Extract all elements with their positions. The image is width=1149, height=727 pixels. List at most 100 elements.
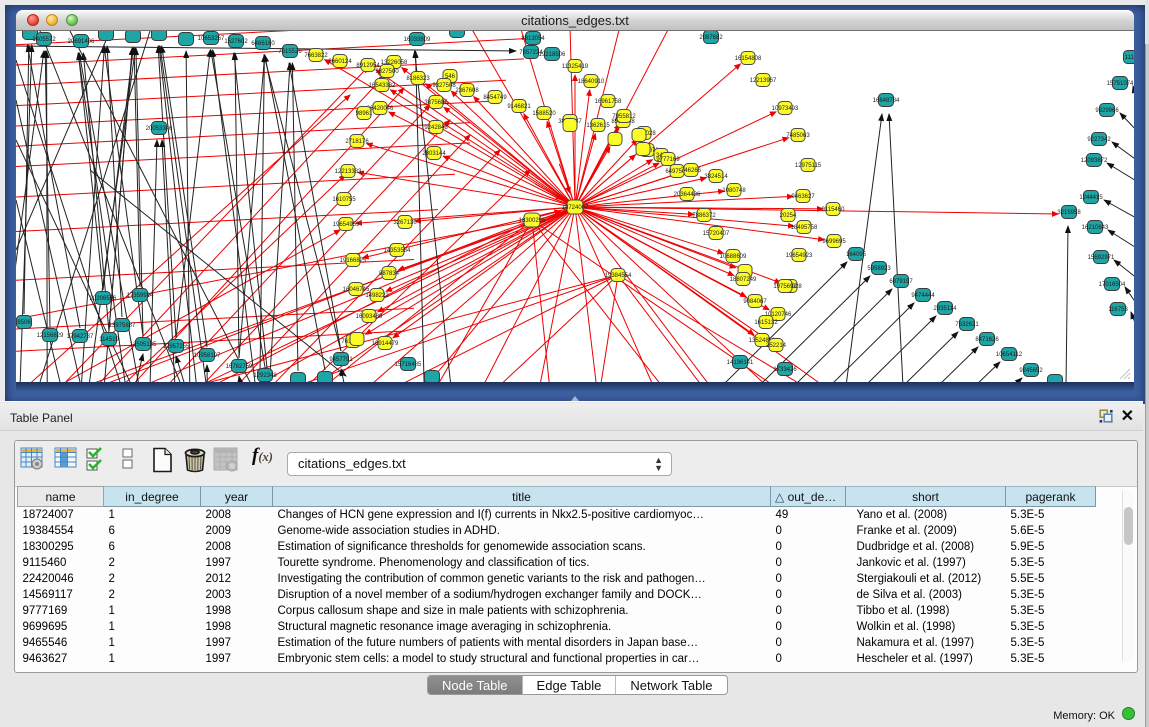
svg-text:116753: 116753 <box>1108 307 1128 313</box>
svg-text:18724007: 18724007 <box>562 205 589 211</box>
svg-text:9457791: 9457791 <box>329 357 353 363</box>
svg-text:1588520: 1588520 <box>532 111 556 117</box>
svg-text:10973493: 10973493 <box>772 106 799 112</box>
svg-text:9227342: 9227342 <box>1087 137 1111 143</box>
svg-text:2803144: 2803144 <box>422 151 446 157</box>
svg-text:8506: 8506 <box>17 320 31 326</box>
svg-text:1405572: 1405572 <box>32 37 56 43</box>
svg-text:16154808: 16154808 <box>735 56 762 62</box>
svg-text:5958923: 5958923 <box>867 266 891 272</box>
svg-text:3267130: 3267130 <box>393 220 417 226</box>
svg-text:20254: 20254 <box>780 213 797 219</box>
svg-text:8813054: 8813054 <box>521 36 545 42</box>
svg-text:20053346: 20053346 <box>146 126 173 132</box>
svg-text:9474444: 9474444 <box>911 293 935 299</box>
svg-text:19384554: 19384554 <box>605 273 632 279</box>
svg-text:2367608: 2367608 <box>455 88 479 94</box>
svg-text:16033809: 16033809 <box>404 37 431 43</box>
svg-text:1080748: 1080748 <box>722 188 746 194</box>
svg-text:1244415: 1244415 <box>1079 195 1103 201</box>
svg-text:9463627: 9463627 <box>791 194 815 200</box>
svg-text:18300295: 18300295 <box>519 218 546 224</box>
svg-text:887834: 887834 <box>379 271 400 277</box>
svg-text:9327508: 9327508 <box>432 83 456 89</box>
svg-text:9827500: 9827500 <box>375 69 399 75</box>
svg-text:12213383: 12213383 <box>335 169 362 175</box>
svg-text:10654112: 10654112 <box>996 352 1023 358</box>
svg-text:7886372: 7886372 <box>692 213 716 219</box>
svg-text:3875685: 3875685 <box>424 100 448 106</box>
svg-text:9084067: 9084067 <box>743 299 767 305</box>
svg-text:7632621: 7632621 <box>955 322 979 328</box>
svg-text:1610755: 1610755 <box>332 197 356 203</box>
svg-text:16914479: 16914479 <box>372 341 399 347</box>
svg-text:15720407: 15720407 <box>703 231 730 237</box>
svg-text:98961: 98961 <box>356 111 373 117</box>
svg-text:19654959: 19654959 <box>333 222 360 228</box>
svg-text:18495758: 18495758 <box>791 225 818 231</box>
svg-text:8186323: 8186323 <box>406 76 430 82</box>
svg-text:2087682: 2087682 <box>699 35 723 41</box>
svg-text:9777169: 9777169 <box>656 157 680 163</box>
svg-text:1527602: 1527602 <box>224 39 248 45</box>
svg-text:13975887: 13975887 <box>109 323 136 329</box>
svg-text:1733426: 1733426 <box>773 367 797 373</box>
svg-text:15716485: 15716485 <box>395 362 422 368</box>
svg-text:15692971: 15692971 <box>1088 255 1115 261</box>
svg-text:10958107: 10958107 <box>194 353 221 359</box>
svg-text:12213967: 12213967 <box>750 78 777 84</box>
svg-text:6879197: 6879197 <box>889 279 913 285</box>
svg-text:9329966: 9329966 <box>1095 108 1119 114</box>
svg-text:39151: 39151 <box>16 329 17 335</box>
svg-text:16543382: 16543382 <box>369 83 396 89</box>
svg-text:9245652: 9245652 <box>1019 368 1043 374</box>
svg-text:12505135: 12505135 <box>130 342 157 348</box>
svg-text:10688609: 10688609 <box>720 254 747 260</box>
svg-text:2718176: 2718176 <box>345 139 369 145</box>
svg-text:8471626: 8471626 <box>975 337 999 343</box>
svg-text:18640910: 18640910 <box>578 79 605 85</box>
svg-text:20691406: 20691406 <box>68 39 95 45</box>
svg-text:19218506: 19218506 <box>539 52 566 58</box>
svg-text:14353584: 14353584 <box>384 248 411 254</box>
svg-text:20364436: 20364436 <box>674 192 701 198</box>
svg-text:1362615: 1362615 <box>586 123 610 129</box>
svg-text:11325419: 11325419 <box>562 64 589 70</box>
svg-text:6466160: 6466160 <box>251 41 275 47</box>
svg-text:1615132: 1615132 <box>754 320 778 326</box>
svg-text:164095: 164095 <box>846 252 867 258</box>
svg-text:15751074: 15751074 <box>1107 81 1134 87</box>
svg-text:16648784: 16648784 <box>873 98 900 104</box>
svg-text:3215958: 3215958 <box>1057 210 1081 216</box>
svg-text:16782759: 16782759 <box>226 364 253 370</box>
svg-text:1117: 1117 <box>1125 55 1134 61</box>
svg-text:17957255: 17957255 <box>163 344 190 350</box>
svg-text:3824514: 3824514 <box>704 174 728 180</box>
svg-text:19654923: 19654923 <box>786 253 813 259</box>
svg-text:252214: 252214 <box>766 343 787 349</box>
svg-text:1498222: 1498222 <box>365 293 389 299</box>
svg-text:7663822: 7663822 <box>304 53 328 59</box>
svg-text:8454749: 8454749 <box>483 95 507 101</box>
svg-text:746266: 746266 <box>681 168 702 174</box>
svg-text:19166825: 19166825 <box>340 258 367 264</box>
svg-text:2935114: 2935114 <box>934 306 958 312</box>
svg-text:17016504: 17016504 <box>1099 282 1126 288</box>
svg-text:16210643: 16210643 <box>1082 225 1109 231</box>
svg-text:10653267: 10653267 <box>198 36 225 42</box>
svg-text:7485063: 7485063 <box>786 133 810 139</box>
svg-text:12156829: 12156829 <box>37 333 64 339</box>
svg-text:12093872: 12093872 <box>1081 158 1108 164</box>
svg-text:16093489: 16093489 <box>356 314 383 320</box>
svg-text:18807249: 18807249 <box>730 277 757 283</box>
svg-text:1975692: 1975692 <box>773 284 797 290</box>
svg-text:14136141: 14136141 <box>727 360 754 366</box>
svg-text:20206556: 20206556 <box>90 296 117 302</box>
svg-text:1292348: 1292348 <box>253 373 277 379</box>
svg-text:17942737: 17942737 <box>67 334 94 340</box>
svg-text:9242848: 9242848 <box>424 125 448 131</box>
svg-text:9660124: 9660124 <box>328 59 352 65</box>
svg-text:9115460: 9115460 <box>822 207 846 213</box>
svg-text:7955812: 7955812 <box>612 114 636 120</box>
svg-text:9699695: 9699695 <box>822 239 846 245</box>
